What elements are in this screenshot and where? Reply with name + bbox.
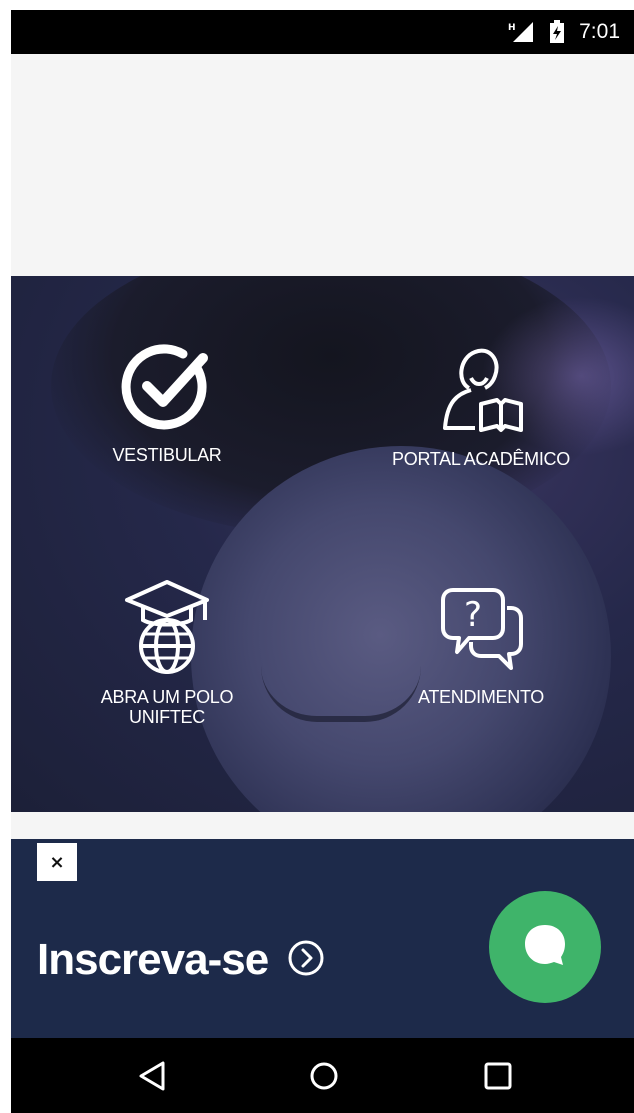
tile-label: ATENDIMENTO [417,687,545,707]
status-time: 7:01 [579,20,620,43]
hero-section: VESTIBULAR PORTAL ACADÊMICO ABRA UM POLO… [11,276,634,812]
question-chat-icon: ? [361,576,601,681]
check-circle-icon [47,338,287,439]
recent-square-icon[interactable] [483,1060,513,1097]
section-divider [11,812,634,839]
student-book-icon [361,338,601,443]
chat-bubble-icon [521,921,569,974]
signup-banner: × Inscreva-se [11,839,634,1038]
tile-label: PORTAL ACADÊMICO [392,449,570,469]
android-nav-bar [11,1038,634,1113]
status-bar: H 7:01 [11,10,634,54]
phone-screen: H 7:01 VESTIBULAR PORTAL ACADÊMICO ABRA … [0,0,634,1113]
signup-link[interactable]: Inscreva-se [37,935,326,985]
graduation-globe-icon [47,576,287,681]
tile-portal-academico[interactable]: PORTAL ACADÊMICO [361,338,601,469]
chat-button[interactable] [489,891,601,1003]
back-triangle-icon[interactable] [137,1060,167,1097]
app-frame: H 7:01 VESTIBULAR PORTAL ACADÊMICO ABRA … [11,10,634,1113]
tile-atendimento[interactable]: ? ATENDIMENTO [361,576,601,707]
svg-text:?: ? [464,595,482,635]
svg-text:H: H [508,23,516,33]
battery-charging-icon [549,20,565,44]
tile-vestibular[interactable]: VESTIBULAR [47,338,287,465]
close-button[interactable]: × [37,843,77,881]
signal-h-icon: H [507,20,535,44]
tile-abra-um-polo[interactable]: ABRA UM POLO UNIFTEC [47,576,287,727]
home-circle-icon[interactable] [309,1060,339,1097]
signup-label: Inscreva-se [37,935,269,984]
header-placeholder [11,54,634,276]
tile-label: ABRA UM POLO UNIFTEC [100,687,234,727]
chevron-right-circle-icon [286,938,326,983]
tile-label: VESTIBULAR [112,445,222,465]
